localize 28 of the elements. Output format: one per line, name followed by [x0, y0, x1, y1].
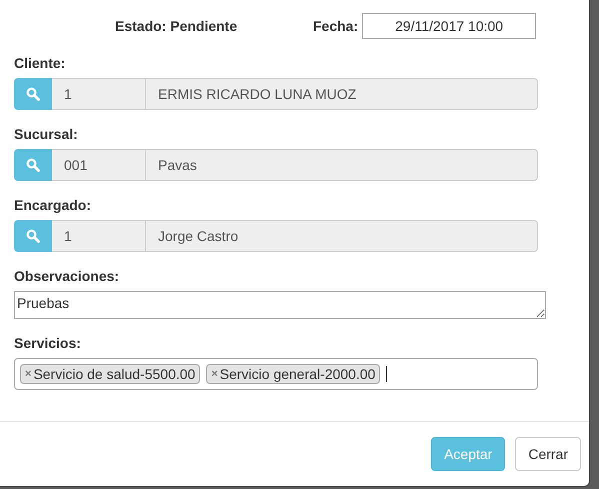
code-field[interactable]: 1 — [52, 78, 146, 110]
field-label: Observaciones: — [14, 268, 120, 284]
remove-icon[interactable]: × — [211, 368, 218, 380]
field-label: Cliente: — [14, 55, 66, 71]
search-icon — [26, 87, 40, 101]
code-field[interactable]: 1 — [52, 220, 146, 252]
field-label: Sucursal: — [14, 126, 78, 142]
search-button[interactable] — [14, 220, 52, 252]
field-label: Encargado: — [14, 197, 92, 213]
text-cursor — [386, 366, 388, 382]
tag-text: Servicio general-2000.00 — [220, 366, 376, 382]
search-button[interactable] — [14, 78, 52, 110]
notes-field[interactable]: Pruebas — [14, 291, 546, 319]
search-button[interactable] — [14, 149, 52, 181]
search-icon — [26, 229, 40, 243]
field-label: Servicios: — [14, 335, 81, 351]
date-field[interactable]: 29/11/2017 10:00 — [362, 13, 536, 39]
remove-icon[interactable]: × — [25, 368, 32, 380]
search-icon — [26, 158, 40, 172]
services-field[interactable]: ×Servicio de salud-5500.00 ×Servicio general-2000.00 — [14, 358, 538, 390]
status-text: Estado: Pendiente — [115, 18, 238, 34]
close-button[interactable]: Cerrar — [515, 437, 581, 471]
name-field[interactable]: Jorge Castro — [146, 220, 538, 252]
name-field[interactable]: ERMIS RICARDO LUNA MUOZ — [146, 78, 538, 110]
name-field[interactable]: Pavas — [146, 149, 538, 181]
date-label: Fecha: — [313, 18, 358, 34]
tag-text: Servicio de salud-5500.00 — [33, 366, 196, 382]
code-field[interactable]: 001 — [52, 149, 146, 181]
